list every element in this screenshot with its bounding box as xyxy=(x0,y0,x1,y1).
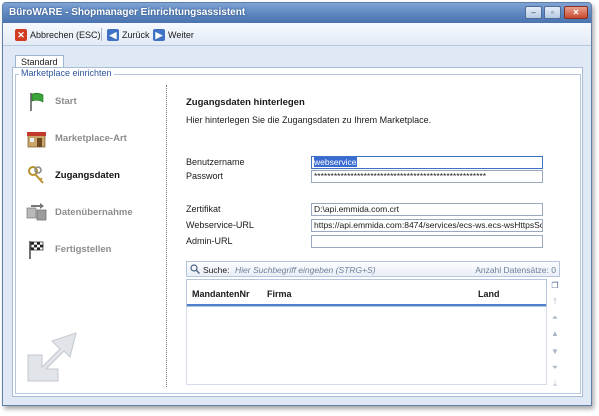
password-label: Passwort xyxy=(186,171,224,181)
search-icon xyxy=(190,264,200,274)
close-button[interactable]: ✕ xyxy=(564,6,588,19)
password-field[interactable]: ****************************************… xyxy=(311,170,543,183)
back-button[interactable]: ◀ Zurück xyxy=(107,27,150,42)
cancel-label: Abbrechen (ESC) xyxy=(30,29,101,40)
arrow-decoration-icon xyxy=(27,332,77,382)
step-datenuebernahme: Datenübernahme xyxy=(26,194,166,231)
minimize-button[interactable]: – xyxy=(525,6,542,19)
header-underline xyxy=(187,304,546,306)
grid-navigation: ❐ ⤒ ⏶ ▲ ▼ ⏷ ⤓ xyxy=(550,281,562,395)
next-record-icon[interactable]: ▼ xyxy=(550,347,560,357)
data-grid: Suche: Hier Suchbegriff eingeben (STRG+S… xyxy=(186,261,560,388)
record-count: Anzahl Datensätze: 0 xyxy=(475,265,556,275)
cancel-icon: ✕ xyxy=(15,28,27,41)
webservice-url-field[interactable]: https://api.emmida.com:8474/services/ecs… xyxy=(311,219,543,232)
cancel-button[interactable]: ✕ Abbrechen (ESC) xyxy=(15,27,101,42)
username-field[interactable]: webservice xyxy=(311,156,543,169)
next-button[interactable]: ▶ Weiter xyxy=(153,27,194,42)
step-label: Start xyxy=(55,96,77,107)
search-input[interactable]: Hier Suchbegriff eingeben (STRG+S) xyxy=(235,265,376,275)
back-label: Zurück xyxy=(122,29,150,40)
flag-icon xyxy=(26,91,47,112)
content-area: Marketplace einrichten Start Marketplace… xyxy=(12,67,583,397)
form-subtext: Hier hinterlegen Sie die Zugangsdaten zu… xyxy=(186,115,432,125)
window-title: BüroWARE - Shopmanager Einrichtungsassis… xyxy=(9,7,246,18)
username-value: webservice xyxy=(314,157,357,167)
webservice-url-label: Webservice-URL xyxy=(186,220,254,230)
marketplace-group: Marketplace einrichten Start Marketplace… xyxy=(15,68,581,394)
keys-icon xyxy=(26,165,47,186)
step-label: Marketplace-Art xyxy=(55,133,127,144)
step-label: Fertigstellen xyxy=(55,244,112,255)
toolbar: ✕ Abbrechen (ESC) ◀ Zurück ▶ Weiter xyxy=(3,23,591,46)
column-header-mandantennr[interactable]: MandantenNr xyxy=(192,289,250,299)
search-bar[interactable]: Suche: Hier Suchbegriff eingeben (STRG+S… xyxy=(186,261,560,277)
step-fertigstellen: Fertigstellen xyxy=(26,231,166,268)
column-header-land[interactable]: Land xyxy=(478,289,500,299)
certificate-field[interactable]: D:\api.emmida.com.crt xyxy=(311,203,543,216)
column-header-firma[interactable]: Firma xyxy=(267,289,292,299)
tab-bar: Standard xyxy=(3,47,591,69)
wizard-steps: Start Marketplace-Art Zugangsdaten Daten… xyxy=(26,83,166,268)
arrow-right-icon: ▶ xyxy=(153,28,165,41)
arrow-left-icon: ◀ xyxy=(107,28,119,41)
table-body xyxy=(186,307,547,385)
shop-icon xyxy=(26,128,47,149)
previous-record-icon[interactable]: ▲ xyxy=(550,329,560,339)
step-marketplace-art: Marketplace-Art xyxy=(26,120,166,157)
step-label: Datenübernahme xyxy=(55,207,133,218)
next-label: Weiter xyxy=(168,29,194,40)
step-zugangsdaten: Zugangsdaten xyxy=(26,157,166,194)
finish-flag-icon xyxy=(26,239,47,260)
toolbar-separator xyxy=(101,28,102,41)
transfer-icon xyxy=(26,202,47,223)
main-window: BüroWARE - Shopmanager Einrichtungsassis… xyxy=(2,2,592,406)
step-label: Zugangsdaten xyxy=(55,170,120,181)
copy-icon[interactable]: ❐ xyxy=(550,281,560,291)
maximize-button[interactable]: ▫ xyxy=(544,6,561,19)
steps-divider xyxy=(166,85,167,387)
admin-url-field[interactable] xyxy=(311,235,543,248)
form-heading: Zugangsdaten hinterlegen xyxy=(186,97,305,108)
title-bar: BüroWARE - Shopmanager Einrichtungsassis… xyxy=(3,3,591,23)
next-page-icon[interactable]: ⏷ xyxy=(550,363,560,373)
step-start: Start xyxy=(26,83,166,120)
search-label: Suche: xyxy=(203,265,230,275)
username-label: Benutzername xyxy=(186,157,245,167)
certificate-label: Zertifikat xyxy=(186,204,221,214)
table-header: MandantenNr Firma Land xyxy=(186,279,547,307)
first-record-icon[interactable]: ⤒ xyxy=(550,297,560,307)
last-record-icon[interactable]: ⤓ xyxy=(550,379,560,389)
previous-page-icon[interactable]: ⏶ xyxy=(550,313,560,323)
group-label: Marketplace einrichten xyxy=(19,68,114,78)
admin-url-label: Admin-URL xyxy=(186,236,233,246)
